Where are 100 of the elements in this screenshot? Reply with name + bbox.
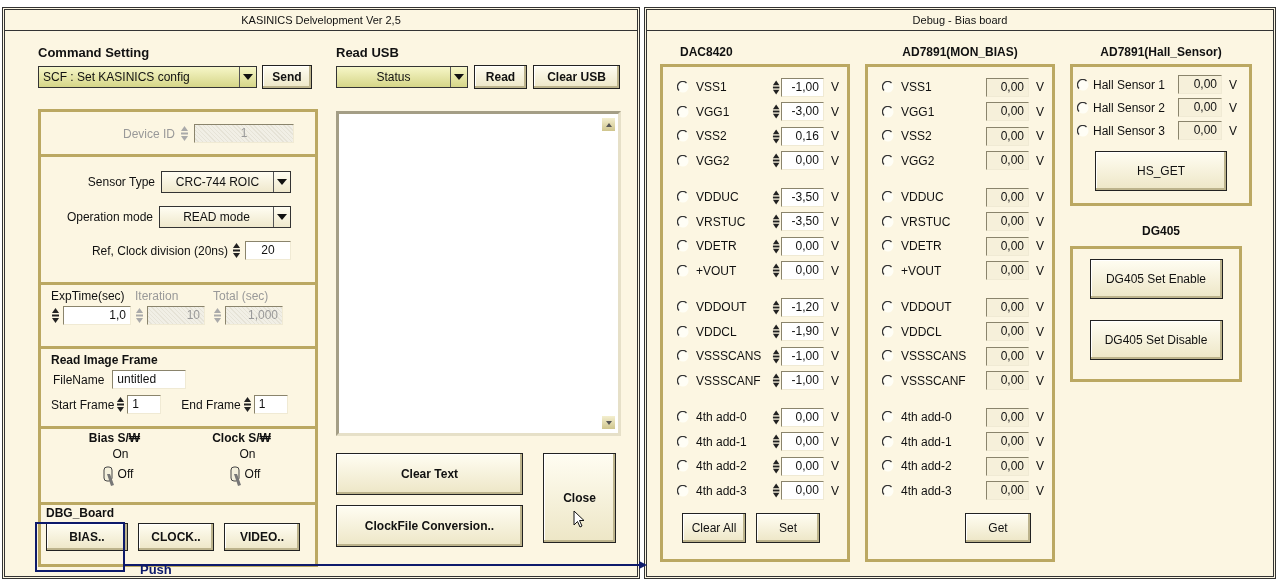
radio-button[interactable] xyxy=(882,374,894,387)
operation-mode-dropdown[interactable]: READ mode xyxy=(159,206,291,228)
radio-button[interactable] xyxy=(882,301,894,314)
radio-button[interactable] xyxy=(1077,78,1089,91)
radio-button[interactable] xyxy=(677,154,689,167)
voltage-field[interactable]: 0,00 xyxy=(780,456,824,476)
radio-button[interactable] xyxy=(677,264,689,277)
radio-button[interactable] xyxy=(882,411,894,424)
spin-arrows-icon[interactable] xyxy=(116,396,126,413)
radio-button[interactable] xyxy=(882,215,894,228)
voltage-field[interactable]: -3,00 xyxy=(780,102,824,122)
voltage-field[interactable]: -3,50 xyxy=(780,212,824,232)
voltage-field[interactable]: 0,00 xyxy=(780,432,824,452)
radio-button[interactable] xyxy=(882,350,894,363)
start-frame-field[interactable]: 1 xyxy=(127,395,162,414)
spin-arrows-icon[interactable] xyxy=(242,396,252,413)
unit-label: V xyxy=(830,263,839,278)
voltage-field[interactable]: 0,16 xyxy=(780,126,824,146)
radio-button[interactable] xyxy=(677,240,689,253)
scroll-up-button[interactable] xyxy=(602,118,615,131)
get-button[interactable]: Get xyxy=(965,513,1031,543)
action-button[interactable]: Clear All xyxy=(682,513,746,543)
dg405-button[interactable]: DG405 Set Disable xyxy=(1089,320,1223,360)
spin-arrows-icon[interactable] xyxy=(772,408,781,426)
board-button[interactable]: CLOCK.. xyxy=(138,523,214,551)
voltage-field[interactable]: 0,00 xyxy=(780,151,824,171)
spin-arrows-icon[interactable] xyxy=(772,482,781,500)
spin-arrows-icon[interactable] xyxy=(772,372,781,390)
hs-get-button[interactable]: HS_GET xyxy=(1095,151,1227,191)
voltage-field[interactable]: 0,00 xyxy=(780,481,824,501)
scroll-down-button[interactable] xyxy=(602,416,615,429)
voltage-field[interactable]: 0,00 xyxy=(780,407,824,427)
command-dropdown[interactable]: SCF : Set KASINICS config xyxy=(38,66,257,88)
spin-arrows-icon[interactable] xyxy=(772,188,781,206)
action-button[interactable]: Set xyxy=(756,513,820,543)
spin-arrows-icon[interactable] xyxy=(772,298,781,316)
radio-button[interactable] xyxy=(677,484,689,497)
board-button[interactable]: BIAS.. xyxy=(46,523,128,551)
radio-button[interactable] xyxy=(677,301,689,314)
radio-button[interactable] xyxy=(882,130,894,143)
text-button[interactable]: ClockFile Conversion.. xyxy=(336,505,523,547)
radio-button[interactable] xyxy=(677,81,689,94)
radio-button[interactable] xyxy=(677,374,689,387)
filename-field[interactable]: untitled xyxy=(112,370,187,389)
sensor-type-dropdown[interactable]: CRC-744 ROIC xyxy=(161,171,291,193)
voltage-field[interactable]: 0,00 xyxy=(780,236,824,256)
unit-label: V xyxy=(1036,80,1044,95)
dg405-button[interactable]: DG405 Set Enable xyxy=(1089,259,1223,299)
usb-dropdown[interactable]: Status xyxy=(336,66,468,88)
radio-button[interactable] xyxy=(677,435,689,448)
number-field[interactable]: 1,0 xyxy=(63,306,131,325)
radio-button[interactable] xyxy=(882,264,894,277)
voltage-field[interactable]: -1,00 xyxy=(780,346,824,366)
close-button[interactable]: Close xyxy=(543,453,616,543)
spin-arrows-icon[interactable] xyxy=(772,78,781,96)
spin-arrows-icon[interactable] xyxy=(772,347,781,365)
radio-button[interactable] xyxy=(1077,101,1089,114)
radio-button[interactable] xyxy=(882,240,894,253)
board-button[interactable]: VIDEO.. xyxy=(224,523,300,551)
radio-button[interactable] xyxy=(882,325,894,338)
spin-arrows-icon[interactable] xyxy=(772,103,781,121)
send-button[interactable]: Send xyxy=(262,65,312,89)
voltage-field[interactable]: -1,00 xyxy=(780,77,824,97)
radio-button[interactable] xyxy=(677,411,689,424)
radio-button[interactable] xyxy=(677,215,689,228)
usb-button[interactable]: Read xyxy=(474,65,527,89)
radio-button[interactable] xyxy=(677,105,689,118)
radio-button[interactable] xyxy=(882,460,894,473)
spin-arrows-icon[interactable] xyxy=(772,323,781,341)
radio-button[interactable] xyxy=(677,460,689,473)
spin-arrows-icon[interactable] xyxy=(772,237,781,255)
spin-arrows-icon[interactable] xyxy=(51,307,60,324)
voltage-field[interactable]: -1,00 xyxy=(780,371,824,391)
spin-arrows-icon[interactable] xyxy=(772,152,781,170)
voltage-field[interactable]: -3,50 xyxy=(780,187,824,207)
voltage-field[interactable]: 0,00 xyxy=(780,261,824,281)
radio-button[interactable] xyxy=(882,105,894,118)
field-label: Sensor Type xyxy=(87,175,155,189)
spin-arrows-icon[interactable] xyxy=(772,433,781,451)
radio-button[interactable] xyxy=(882,81,894,94)
radio-button[interactable] xyxy=(677,350,689,363)
radio-button[interactable] xyxy=(677,325,689,338)
spin-arrows-icon[interactable] xyxy=(772,262,781,280)
spin-arrows-icon[interactable] xyxy=(772,457,781,475)
text-button[interactable]: Clear Text xyxy=(336,453,523,495)
radio-button[interactable] xyxy=(882,484,894,497)
radio-button[interactable] xyxy=(677,191,689,204)
spin-arrows-icon[interactable] xyxy=(772,127,781,145)
radio-button[interactable] xyxy=(1077,124,1089,137)
spin-arrows-icon[interactable] xyxy=(232,242,241,259)
end-frame-field[interactable]: 1 xyxy=(253,395,288,414)
spin-arrows-icon[interactable] xyxy=(772,213,781,231)
voltage-field[interactable]: -1,20 xyxy=(780,297,824,317)
radio-button[interactable] xyxy=(677,130,689,143)
voltage-field[interactable]: -1,90 xyxy=(780,322,824,342)
radio-button[interactable] xyxy=(882,435,894,448)
radio-button[interactable] xyxy=(882,191,894,204)
clock-division-field[interactable]: 20 xyxy=(245,241,291,260)
usb-button[interactable]: Clear USB xyxy=(533,65,620,89)
radio-button[interactable] xyxy=(882,154,894,167)
